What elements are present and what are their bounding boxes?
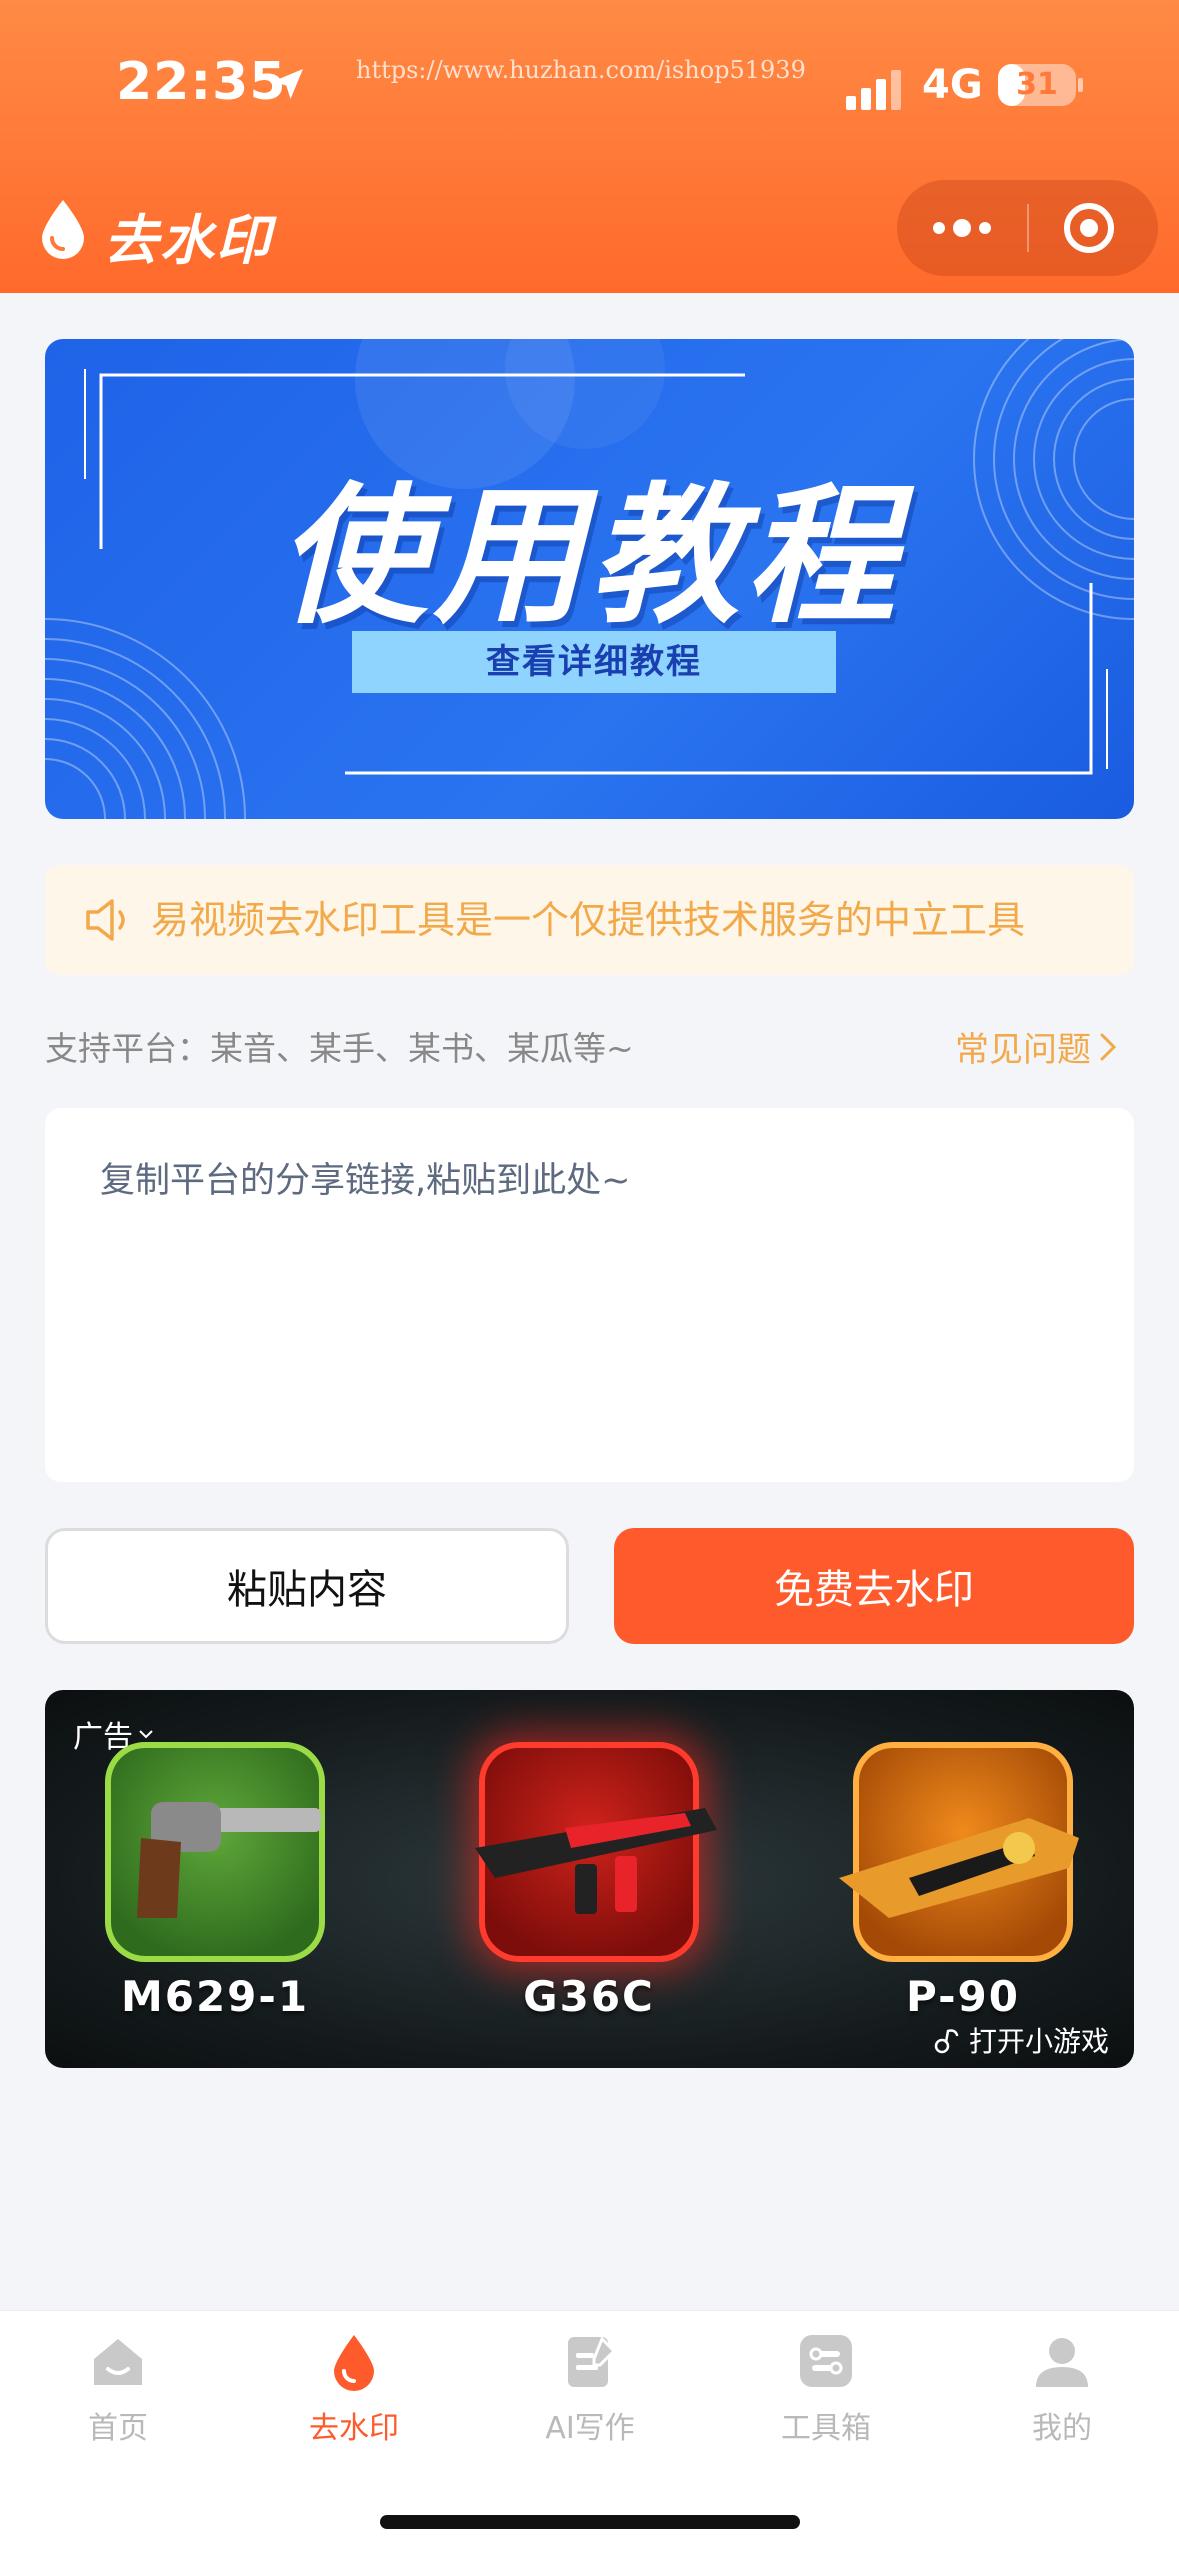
tab-label: 去水印 (309, 2411, 399, 2446)
chevron-down-icon (139, 1730, 153, 1739)
tab-label: AI写作 (545, 2411, 635, 2446)
dot-icon (979, 222, 991, 234)
ad-banner[interactable]: 广告 M629-1 G36C P-90 打开小游戏 (45, 1690, 1134, 2068)
battery-icon: 31 (998, 64, 1076, 106)
banner-subtitle: 查看详细教程 (352, 631, 836, 693)
toolbox-icon (800, 2335, 852, 2387)
status-bar: 22:35 https://www.huzhan.com/ishop51939 … (0, 0, 1179, 170)
notice-text: 易视频去水印工具是一个仅提供技术服务的中立工具 (151, 898, 1026, 942)
notice-bar: 易视频去水印工具是一个仅提供技术服务的中立工具 (45, 865, 1134, 975)
status-time: 22:35 (116, 52, 287, 112)
banner-title: 使用教程 (277, 470, 902, 644)
tutorial-banner[interactable]: 使用教程 查看详细教程 (45, 339, 1134, 819)
supported-platforms: 支持平台：某音、某手、某书、某瓜等~ (45, 1029, 634, 1068)
battery-cap (1078, 78, 1083, 92)
tab-toolbox[interactable]: 工具箱 (708, 2331, 944, 2471)
more-button[interactable] (897, 180, 1027, 276)
mini-program-capsule (897, 180, 1158, 276)
location-arrow-icon (273, 69, 303, 99)
tab-profile[interactable]: 我的 (944, 2331, 1179, 2471)
tab-watermark[interactable]: 去水印 (236, 2331, 472, 2471)
droplet-icon (42, 200, 84, 259)
signal-icon (846, 70, 901, 110)
share-link-input[interactable] (45, 1108, 1134, 1482)
remove-watermark-button[interactable]: 免费去水印 (614, 1528, 1134, 1644)
home-icon (94, 2339, 142, 2385)
speaker-icon (86, 899, 125, 941)
tab-label: 工具箱 (781, 2411, 871, 2446)
ad-game-name: G36C (523, 1972, 655, 2021)
dot-icon (953, 219, 971, 237)
tab-label: 我的 (1032, 2411, 1092, 2446)
smg-icon (839, 1818, 1079, 1918)
app-header: 22:35 https://www.huzhan.com/ishop51939 … (0, 0, 1179, 293)
open-mini-game-label: 打开小游戏 (969, 2025, 1110, 2058)
link-icon (934, 2029, 959, 2054)
dot-icon (933, 222, 945, 234)
rifle-icon (475, 1808, 717, 1914)
watermark-url: https://www.huzhan.com/ishop51939 (356, 56, 806, 84)
ad-game-name: P-90 (906, 1972, 1020, 2021)
faq-link[interactable]: 常见问题 (955, 1022, 1117, 1071)
home-indicator (380, 2515, 800, 2529)
battery-percent: 31 (1016, 67, 1058, 102)
close-mini-program-button[interactable] (1029, 180, 1158, 276)
revolver-icon (137, 1802, 321, 1918)
paste-content-button[interactable]: 粘贴内容 (45, 1528, 569, 1644)
ad-game-name: M629-1 (120, 1972, 310, 2021)
ad-game-card[interactable] (839, 1742, 1079, 1962)
tab-ai-writing[interactable]: AI写作 (472, 2331, 708, 2471)
tab-label: 首页 (88, 2411, 148, 2446)
faq-label: 常见问题 (955, 1030, 1091, 1070)
user-icon (1036, 2338, 1088, 2387)
open-mini-game-link[interactable]: 打开小游戏 (933, 2020, 1109, 2060)
ad-game-card[interactable] (105, 1742, 325, 1962)
chevron-right-icon (1100, 1033, 1117, 1060)
network-type: 4G (922, 62, 983, 108)
nav-bar: 去水印 (0, 170, 1179, 290)
droplet-icon (334, 2335, 374, 2391)
edit-icon (568, 2336, 617, 2387)
page-title: 去水印 (104, 209, 272, 272)
tab-home[interactable]: 首页 (0, 2331, 236, 2471)
ad-game-card[interactable] (475, 1742, 717, 1962)
